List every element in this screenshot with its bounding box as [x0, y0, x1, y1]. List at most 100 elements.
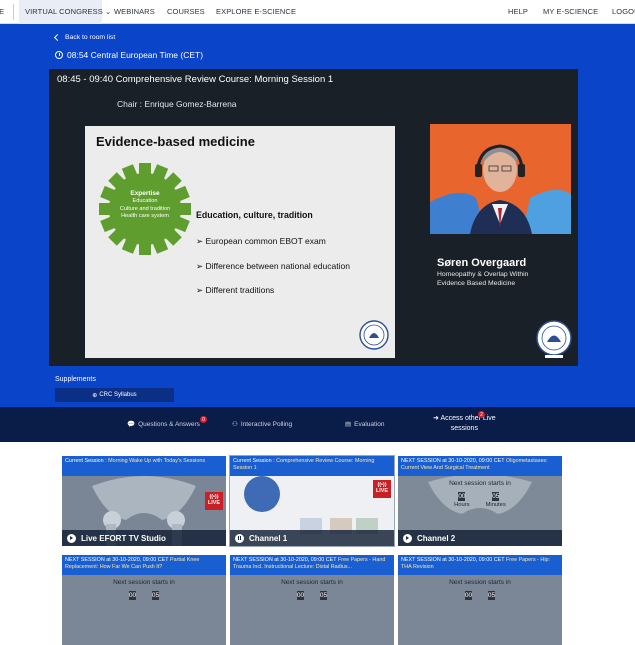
channel-card-channel-4[interactable]: NEXT SESSION at 30-10-2020, 09:00 CET Fr…	[230, 555, 394, 645]
speaker-name: Søren Overgaard	[437, 257, 527, 269]
channel-label: Channel 1	[249, 533, 288, 543]
minutes-digits: 05	[492, 492, 500, 501]
channel-card-channel-2[interactable]: NEXT SESSION at 30-10-2020, 09:00 CET Ol…	[398, 456, 562, 546]
countdown: 00 05	[398, 591, 562, 600]
play-icon[interactable]	[403, 533, 412, 543]
evaluation-button[interactable]: ▤ Evaluation	[345, 420, 385, 429]
back-link-label: Back to room list	[65, 34, 116, 41]
slide-bullet: ➢ European common EBOT exam	[196, 236, 326, 246]
seal-logo	[359, 320, 389, 350]
next-session-label: Next session starts in	[281, 579, 343, 586]
channel-card-channel-5[interactable]: NEXT SESSION at 30-10-2020, 09:00 CET Fr…	[398, 555, 562, 645]
session-title: 08:45 - 09:40 Comprehensive Review Cours…	[57, 74, 334, 85]
session-chair: Chair : Enrique Gomez-Barrena	[117, 99, 237, 109]
channel-card-header: NEXT SESSION at 30-10-2020, 09:00 CET Pa…	[62, 555, 226, 575]
hours-digits: 00	[458, 492, 466, 501]
speaker-topic-line: Evidence Based Medicine	[437, 280, 516, 288]
channel-label: Channel 2	[417, 533, 456, 543]
interactive-polling-button[interactable]: ⚇ Interactive Polling	[232, 420, 293, 429]
channel-card-footer: Channel 2	[398, 530, 562, 546]
next-session-label: Next session starts in	[449, 579, 511, 586]
channel-list: Current Session : Morning Wake Up with T…	[0, 442, 635, 645]
channel-card-efort-tv[interactable]: Current Session : Morning Wake Up with T…	[62, 456, 226, 546]
access-other-sessions-button[interactable]: ➜ Access other Live sessions	[433, 414, 496, 434]
minutes-digits: 05	[319, 591, 328, 600]
channel-card-header: NEXT SESSION at 30-10-2020, 09:00 CET Fr…	[398, 555, 562, 575]
channel-card-header: Current Session : Comprehensive Review C…	[230, 456, 394, 476]
speaker-topic: Homeopathy & Overlap Within Evidence Bas…	[437, 270, 528, 288]
society-seal-logo	[536, 320, 572, 358]
crc-syllabus-label: CRC Syllabus	[99, 392, 137, 398]
supplements-label: Supplements	[55, 376, 96, 383]
presentation-slide: Evidence-based medicine Expertise Educat…	[85, 126, 395, 358]
channel-card-header: Current Session : Morning Wake Up with T…	[62, 456, 226, 476]
nav-item-explore-e-science[interactable]: EXPLORE E-SCIENCE	[216, 7, 296, 16]
nav-item-courses[interactable]: COURSES	[167, 7, 205, 16]
speaker-webcam	[430, 124, 571, 234]
gear-caption-line: Health care system	[121, 212, 169, 219]
hours-digits: 00	[464, 591, 473, 600]
nav-item-my-e-science[interactable]: MY E-SCIENCE	[543, 7, 598, 16]
channel-card-channel-3[interactable]: NEXT SESSION at 30-10-2020, 09:00 CET Pa…	[62, 555, 226, 645]
access-line: ➜ Access other Live	[433, 415, 496, 422]
nav-item-virtual-congress[interactable]: VIRTUAL CONGRESS ⌄	[25, 7, 111, 16]
channel-label: Live EFORT TV Studio	[81, 533, 166, 543]
poll-icon: ⚇	[232, 421, 238, 428]
channel-card-footer: Live EFORT TV Studio	[62, 530, 226, 546]
gear-caption-line: Culture and tradition	[119, 205, 171, 212]
speaker-avatar	[430, 124, 571, 234]
channel-card-channel-1[interactable]: Current Session : Comprehensive Review C…	[229, 455, 395, 547]
countdown: 00 05	[62, 591, 226, 600]
next-session-label: Next session starts in	[449, 480, 511, 487]
clock-icon	[55, 51, 63, 59]
nav-item-edge[interactable]: IE	[0, 7, 4, 16]
clipboard-icon: ▤	[345, 421, 352, 428]
countdown: 00 05	[230, 591, 394, 600]
gear-caption: Expertise Education Culture and traditio…	[95, 190, 195, 220]
nav-item-logout[interactable]: LOGOUT	[612, 7, 635, 16]
pause-icon[interactable]	[235, 533, 244, 543]
questions-answers-button[interactable]: 💬 Questions & Answers	[127, 420, 200, 429]
hours-digits: 00	[128, 591, 137, 600]
top-navigation: IE VIRTUAL CONGRESS ⌄ WEBINARS COURSES E…	[0, 0, 635, 24]
slide-bullet: ➢ Different traditions	[196, 285, 275, 295]
live-badge: ((•)) LIVE	[205, 492, 223, 510]
hours-label: Hours	[454, 502, 470, 508]
minutes-label: Minutes	[485, 502, 506, 508]
access-count-badge: 2	[478, 411, 485, 418]
current-time-label: 08:54 Central European Time (CET)	[67, 50, 204, 60]
minutes-digits: 05	[487, 591, 496, 600]
live-badge: ((•)) LIVE	[373, 480, 391, 498]
slide-title: Evidence-based medicine	[96, 134, 255, 149]
arrow-right-icon: ➜	[433, 415, 439, 422]
next-session-label: Next session starts in	[113, 579, 175, 586]
questions-answers-label: Questions & Answers	[138, 420, 200, 428]
chat-icon: 💬	[127, 421, 136, 428]
countdown: 00 Hours 05 Minutes	[398, 492, 562, 508]
minutes-digits: 05	[151, 591, 160, 600]
back-to-room-list-link[interactable]: Back to room list	[53, 33, 116, 42]
nav-item-help[interactable]: HELP	[508, 7, 528, 16]
qa-count-badge: 0	[200, 416, 207, 423]
speaker-topic-line: Homeopathy & Overlap Within	[437, 271, 529, 278]
hours-digits: 00	[296, 591, 305, 600]
channel-card-footer: Channel 1	[230, 530, 394, 546]
access-line: sessions	[450, 424, 478, 432]
play-icon[interactable]	[67, 533, 76, 543]
slide-bullet: ➢ Difference between national education	[196, 261, 350, 271]
channel-card-header: NEXT SESSION at 30-10-2020, 09:00 CET Fr…	[230, 555, 394, 575]
video-player[interactable]: 08:45 - 09:40 Comprehensive Review Cours…	[49, 69, 578, 366]
crc-syllabus-button[interactable]: ⊕ CRC Syllabus	[55, 388, 174, 402]
globe-icon: ⊕	[92, 392, 98, 399]
evaluation-label: Evaluation	[354, 420, 385, 428]
nav-divider	[13, 4, 14, 20]
chevron-left-icon	[53, 33, 62, 42]
gear-caption-line: Education	[132, 198, 158, 205]
current-time: 08:54 Central European Time (CET)	[55, 50, 203, 60]
slide-heading: Education, culture, tradition	[196, 210, 313, 220]
gear-caption-title: Expertise	[130, 190, 160, 197]
nav-item-webinars[interactable]: WEBINARS	[114, 7, 155, 16]
interactive-polling-label: Interactive Polling	[240, 420, 293, 428]
channel-card-header: NEXT SESSION at 30-10-2020, 09:00 CET Ol…	[398, 456, 562, 476]
session-action-bar: 💬 Questions & Answers 0 ⚇ Interactive Po…	[0, 407, 635, 442]
